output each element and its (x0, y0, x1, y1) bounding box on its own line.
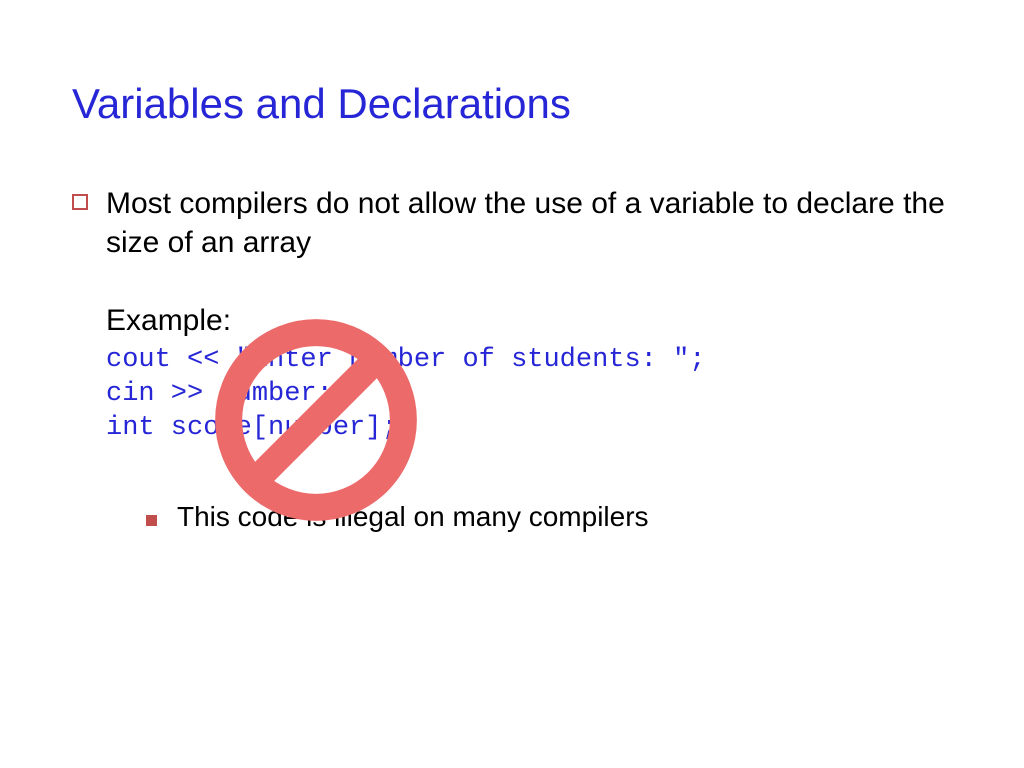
bullet-text-1: Most compilers do not allow the use of a… (106, 184, 952, 262)
code-line-2: cin >> number; (106, 379, 333, 409)
bullet-marker-hollow (72, 194, 88, 210)
bullet-item-1: Most compilers do not allow the use of a… (72, 184, 952, 262)
code-line-3: int score[number]; (106, 413, 398, 443)
code-block: cout << "Enter number of students: "; ci… (106, 344, 952, 445)
code-line-1: cout << "Enter number of students: "; (106, 345, 706, 375)
sub-bullet-text: This code is illegal on many compilers (177, 501, 649, 533)
slide-title: Variables and Declarations (72, 80, 952, 128)
sub-bullet-item: This code is illegal on many compilers (146, 501, 952, 533)
slide-container: Variables and Declarations Most compiler… (0, 0, 1024, 583)
example-label: Example: (106, 304, 952, 338)
bullet-marker-filled (146, 515, 157, 526)
